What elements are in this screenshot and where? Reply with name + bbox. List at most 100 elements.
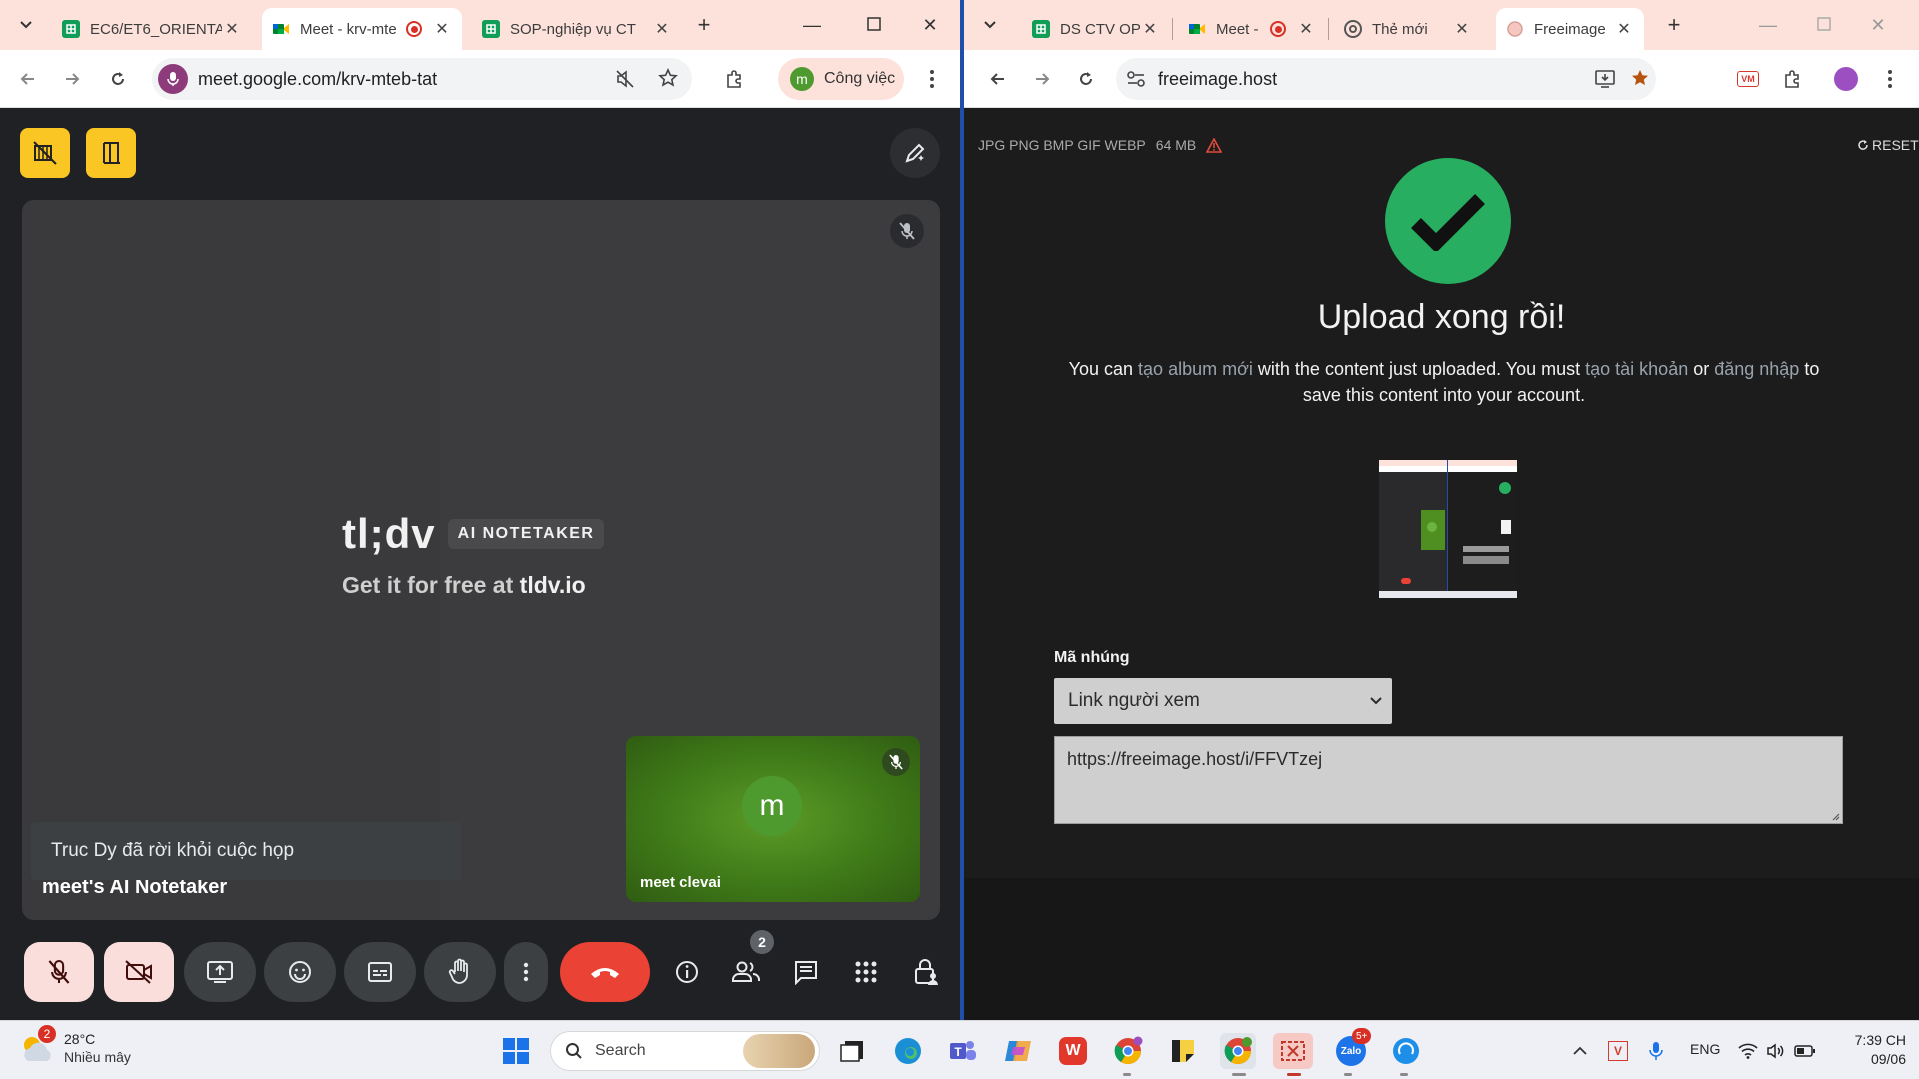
tab-new-tab[interactable]: Thẻ mới ✕ (1334, 8, 1482, 50)
vm-tray-icon[interactable]: V (1600, 1033, 1636, 1069)
back-icon[interactable] (12, 63, 44, 95)
reactions-button[interactable] (264, 942, 336, 1002)
quick-settings-button[interactable] (1734, 1033, 1820, 1069)
close-icon[interactable]: ✕ (1452, 19, 1472, 39)
activities-button[interactable] (842, 942, 890, 1002)
camera-toggle-button[interactable] (104, 942, 174, 1002)
new-tab-button[interactable]: + (1654, 8, 1694, 42)
microphone-tray-icon[interactable] (1638, 1033, 1674, 1069)
close-icon[interactable]: ✕ (1614, 19, 1634, 39)
extensions-icon[interactable] (1776, 63, 1808, 95)
taskbar-search[interactable]: Search (550, 1031, 820, 1071)
mic-off-icon (899, 222, 915, 240)
close-icon[interactable]: ✕ (652, 19, 672, 39)
extensions-icon[interactable] (718, 63, 750, 95)
uploaded-image-thumbnail[interactable] (1379, 460, 1517, 598)
show-hidden-icons-button[interactable] (1562, 1033, 1598, 1069)
task-view-button[interactable] (834, 1033, 870, 1069)
tab-sheets-ctv[interactable]: DS CTV OP ✕ (1022, 8, 1170, 50)
reset-button[interactable]: RESET (1857, 137, 1919, 153)
more-options-button[interactable] (504, 942, 548, 1002)
host-controls-button[interactable] (902, 942, 950, 1002)
tldv-hide-video-button[interactable] (20, 128, 70, 178)
minimize-button[interactable]: — (1748, 8, 1788, 42)
teams-icon[interactable]: T (945, 1033, 981, 1069)
tab-search-dropdown[interactable] (974, 9, 1006, 41)
profile-avatar-icon[interactable] (1830, 63, 1862, 95)
tab-sheets-orientation[interactable]: EC6/ET6_ORIENTA ✕ (52, 8, 252, 50)
bookmark-star-icon[interactable] (658, 68, 678, 88)
close-window-button[interactable]: ✕ (910, 8, 950, 42)
clock[interactable]: 7:39 CH 09/06 (1840, 1031, 1906, 1069)
resize-handle-icon[interactable] (1830, 811, 1840, 821)
start-button[interactable] (498, 1033, 534, 1069)
captions-button[interactable] (344, 942, 416, 1002)
chat-button[interactable] (782, 942, 830, 1002)
tab-title: Freeimage (1534, 20, 1606, 38)
zalo-icon[interactable]: Zalo 5+ (1333, 1028, 1372, 1069)
tldv-layout-button[interactable] (86, 128, 136, 178)
tldv-link: tldv.io (519, 572, 586, 598)
chrome-active-icon[interactable] (1220, 1033, 1256, 1069)
close-icon[interactable]: ✕ (1296, 19, 1316, 39)
leave-call-button[interactable] (560, 942, 650, 1002)
tldv-logo: tl;dv (342, 510, 436, 557)
embed-type-select[interactable]: Link người xem (1054, 678, 1392, 724)
chat-app-icon[interactable] (1388, 1033, 1424, 1069)
wps-office-icon[interactable]: W (1055, 1033, 1091, 1069)
bookmark-star-icon[interactable] (1630, 68, 1650, 88)
create-account-link[interactable]: tạo tài khoản (1585, 359, 1688, 379)
login-link[interactable]: đăng nhập (1714, 359, 1799, 379)
back-icon[interactable] (982, 63, 1014, 95)
forward-icon[interactable] (1026, 63, 1058, 95)
maximize-button[interactable] (854, 8, 894, 31)
chrome-profile-icon[interactable] (1110, 1033, 1146, 1069)
self-video-tile[interactable]: m meet clevai (626, 736, 920, 902)
address-bar[interactable]: freeimage.host (1116, 58, 1656, 100)
reload-icon[interactable] (1070, 63, 1102, 95)
browser-menu-icon[interactable] (1874, 63, 1906, 95)
browser-menu-icon[interactable] (916, 63, 948, 95)
tab-meet[interactable]: Meet - krv-mte ✕ (262, 8, 462, 50)
embed-code-textarea[interactable]: https://freeimage.host/i/FFVTzej (1054, 736, 1843, 824)
close-window-button[interactable]: ✕ (1858, 8, 1898, 42)
present-screen-button[interactable] (184, 942, 256, 1002)
microphone-toggle-button[interactable] (24, 942, 94, 1002)
install-app-icon[interactable] (1594, 69, 1616, 89)
close-icon[interactable]: ✕ (432, 19, 452, 39)
allowed-formats: JPG PNG BMP GIF WEBP (978, 137, 1146, 153)
address-bar[interactable]: meet.google.com/krv-mteb-tat (152, 58, 692, 100)
input-language[interactable]: ENG (1690, 1041, 1720, 1057)
tab-freeimage[interactable]: Freeimage ✕ (1496, 8, 1644, 50)
search-placeholder: Search (595, 1042, 646, 1059)
raise-hand-button[interactable] (424, 942, 496, 1002)
tab-title: Meet - krv-mte (300, 20, 397, 38)
close-icon[interactable]: ✕ (222, 19, 242, 39)
meeting-details-button[interactable] (663, 942, 711, 1002)
maximize-button[interactable] (1804, 8, 1844, 31)
tab-sheets-sop[interactable]: SOP-nghiệp vụ CT ✕ (472, 8, 682, 50)
edit-visual-effects-button[interactable] (890, 128, 940, 178)
copilot-icon[interactable] (1000, 1033, 1036, 1069)
forward-icon[interactable] (56, 63, 88, 95)
snipping-tool-icon[interactable] (1273, 1033, 1313, 1069)
tab-search-dropdown[interactable] (10, 9, 42, 41)
microphone-in-use-icon[interactable] (158, 64, 188, 94)
tab-title: Thẻ mới (1372, 20, 1428, 38)
minimize-button[interactable]: — (792, 8, 832, 42)
tldv-subtitle: Get it for free at (342, 572, 520, 598)
weather-widget[interactable]: 2 28°C Nhiều mây (18, 1025, 131, 1067)
vm-extension-icon[interactable]: VM (1732, 63, 1764, 95)
sticky-notes-icon[interactable] (1165, 1033, 1201, 1069)
new-tab-button[interactable]: + (684, 8, 724, 42)
edge-icon[interactable] (890, 1033, 926, 1069)
reload-icon[interactable] (102, 63, 134, 95)
create-album-link[interactable]: tạo album mới (1138, 359, 1253, 379)
close-icon[interactable]: ✕ (1140, 19, 1160, 39)
profile-button[interactable]: m Công việc (778, 58, 904, 100)
tab-meet[interactable]: Meet - ✕ (1178, 8, 1326, 50)
tldv-badge: AI NOTETAKER (447, 519, 605, 549)
site-settings-icon[interactable] (1126, 70, 1146, 88)
camera-off-icon (125, 960, 152, 984)
tab-muted-icon[interactable] (615, 69, 635, 89)
